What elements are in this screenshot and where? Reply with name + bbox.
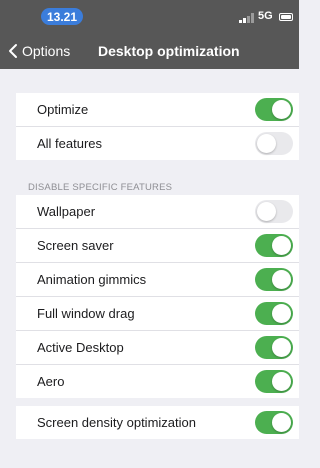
setting-row-full-window-drag: Full window drag bbox=[16, 297, 299, 331]
signal-icon bbox=[239, 13, 254, 23]
setting-label: All features bbox=[37, 136, 103, 151]
status-bar: 13.21 5G bbox=[0, 0, 299, 32]
network-type: 5G bbox=[258, 10, 273, 22]
setting-row-aero: Aero bbox=[16, 365, 299, 398]
wallpaper-toggle[interactable] bbox=[255, 200, 293, 223]
setting-row-all-features: All features bbox=[16, 127, 299, 160]
setting-row-screen-density: Screen density optimization bbox=[16, 406, 299, 439]
screen-density-toggle[interactable] bbox=[255, 411, 293, 434]
setting-label: Wallpaper bbox=[37, 204, 96, 219]
setting-label: Optimize bbox=[37, 102, 89, 117]
setting-label: Full window drag bbox=[37, 306, 135, 321]
setting-label: Aero bbox=[37, 374, 65, 389]
animation-gimmics-toggle[interactable] bbox=[255, 268, 293, 291]
setting-label: Screen saver bbox=[37, 238, 114, 253]
battery-icon bbox=[279, 13, 293, 21]
density-group: Screen density optimization bbox=[16, 406, 299, 439]
page-title: Desktop optimization bbox=[98, 42, 240, 59]
aero-toggle[interactable] bbox=[255, 370, 293, 393]
setting-row-wallpaper: Wallpaper bbox=[16, 195, 299, 229]
setting-row-active-desktop: Active Desktop bbox=[16, 331, 299, 365]
chevron-left-icon bbox=[9, 43, 17, 58]
setting-row-animation-gimmics: Animation gimmics bbox=[16, 263, 299, 297]
section-header: DISABLE SPECIFIC FEATURES bbox=[28, 182, 173, 193]
back-button[interactable]: Options bbox=[8, 32, 70, 69]
status-time: 13.21 bbox=[41, 8, 83, 25]
setting-label: Active Desktop bbox=[37, 340, 124, 355]
setting-row-optimize: Optimize bbox=[16, 93, 299, 127]
active-desktop-toggle[interactable] bbox=[255, 336, 293, 359]
setting-row-screen-saver: Screen saver bbox=[16, 229, 299, 263]
specific-features-group: Wallpaper Screen saver Animation gimmics… bbox=[16, 195, 299, 398]
optimize-toggle[interactable] bbox=[255, 98, 293, 121]
screen-saver-toggle[interactable] bbox=[255, 234, 293, 257]
navigation-bar: Options Desktop optimization bbox=[0, 32, 299, 69]
optimize-group: Optimize All features bbox=[16, 93, 299, 160]
all-features-toggle[interactable] bbox=[255, 132, 293, 155]
setting-label: Animation gimmics bbox=[37, 272, 147, 287]
setting-label: Screen density optimization bbox=[37, 415, 196, 430]
full-window-drag-toggle[interactable] bbox=[255, 302, 293, 325]
back-button-label: Options bbox=[22, 42, 71, 59]
